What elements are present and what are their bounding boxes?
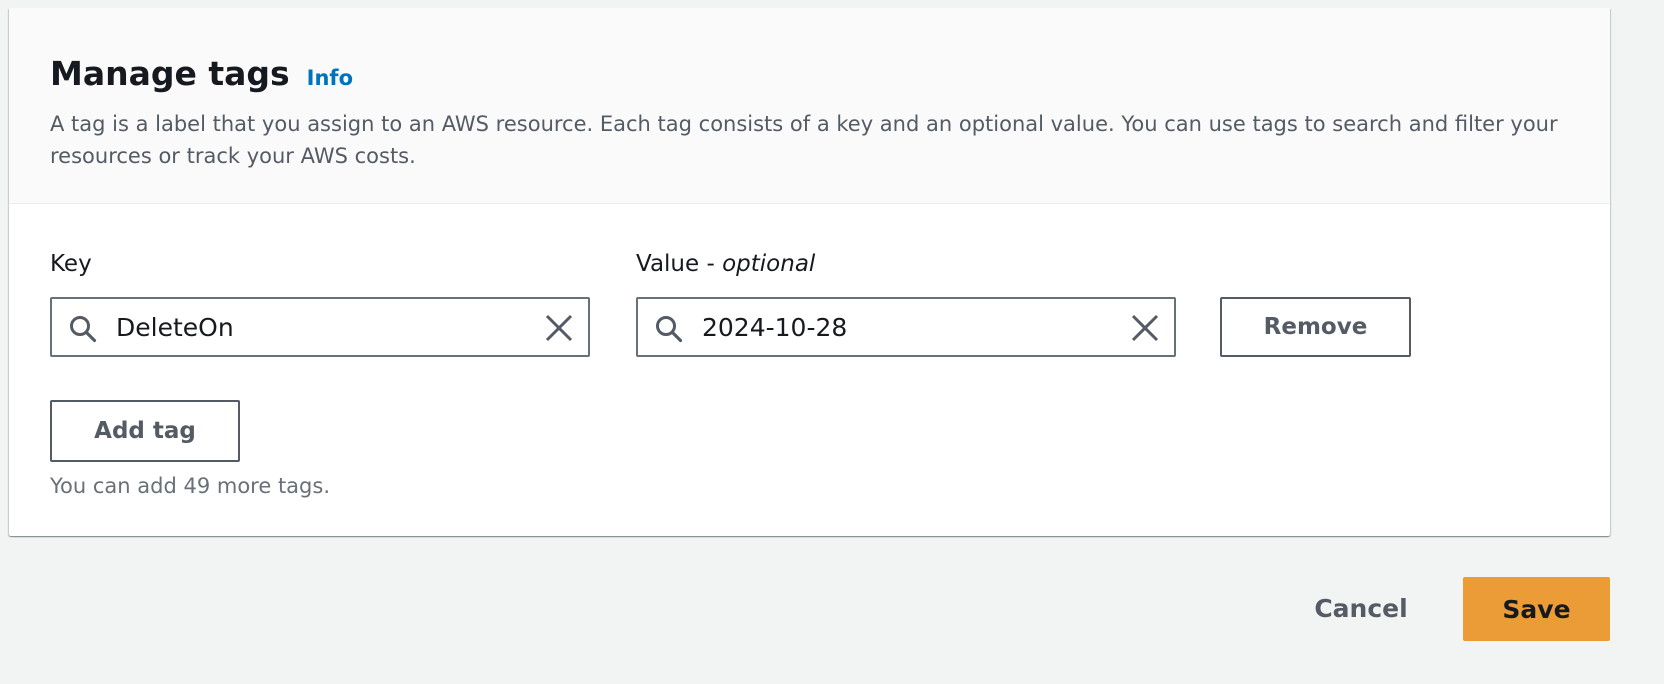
key-input-value: DeleteOn xyxy=(116,313,234,342)
key-label: Key xyxy=(50,251,92,277)
value-label-optional: optional xyxy=(722,251,816,277)
panel-header: Manage tags Info A tag is a label that y… xyxy=(9,8,1610,204)
value-label-text: Value - xyxy=(636,251,723,277)
cancel-button[interactable]: Cancel xyxy=(1311,576,1411,640)
info-link[interactable]: Info xyxy=(307,66,353,90)
search-icon xyxy=(656,316,683,343)
value-label: Value - optional xyxy=(636,251,815,277)
value-input-value: 2024-10-28 xyxy=(702,313,848,342)
title-row: Manage tags Info xyxy=(50,54,353,93)
value-input[interactable]: 2024-10-28 xyxy=(636,297,1176,357)
clear-icon[interactable] xyxy=(544,313,574,343)
add-tag-button[interactable]: Add tag xyxy=(50,400,240,462)
key-label-text: Key xyxy=(50,251,92,277)
remove-tag-button[interactable]: Remove xyxy=(1220,297,1411,357)
save-button[interactable]: Save xyxy=(1463,577,1610,641)
remaining-tags-hint: You can add 49 more tags. xyxy=(50,474,330,498)
search-icon xyxy=(70,316,97,343)
page-title: Manage tags xyxy=(50,54,290,93)
panel-description: A tag is a label that you assign to an A… xyxy=(50,112,1558,168)
key-input[interactable]: DeleteOn xyxy=(50,297,590,357)
manage-tags-panel: Manage tags Info A tag is a label that y… xyxy=(9,8,1610,536)
clear-icon[interactable] xyxy=(1130,313,1160,343)
